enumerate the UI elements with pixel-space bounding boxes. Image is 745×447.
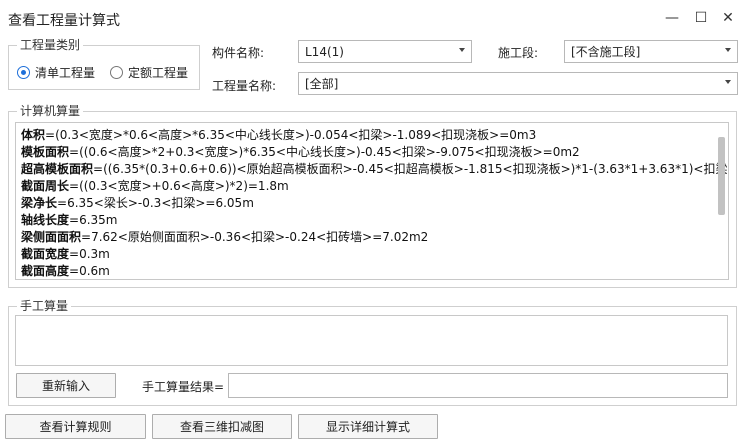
component-name-select[interactable]: L14(1) xyxy=(298,40,472,63)
view-calc-rules-button[interactable]: 查看计算规则 xyxy=(5,414,146,439)
formula-line: 轴线长度=6.35m xyxy=(21,213,118,227)
radio-quota-quantity[interactable]: 定额工程量 xyxy=(110,64,188,81)
manual-calc-legend: 手工算量 xyxy=(17,299,72,313)
component-name-value: L14(1) xyxy=(305,44,344,59)
formula-text-area[interactable]: 体积=(0.3<宽度>*0.6<高度>*6.35<中心线长度>)-0.054<扣… xyxy=(15,122,729,280)
quantity-type-legend: 工程量类别 xyxy=(17,38,84,52)
formula-line: 梁净长=6.35<梁长>-0.3<扣梁>=6.05m xyxy=(21,196,254,210)
formula-line: 截面高度=0.6m xyxy=(21,264,110,278)
show-detail-formula-button[interactable]: 显示详细计算式 xyxy=(298,414,438,439)
radio-bill-quantity-label: 清单工程量 xyxy=(35,66,96,80)
formula-line: 截面周长=((0.3<宽度>+0.6<高度>)*2)=1.8m xyxy=(21,179,289,193)
formula-line: 梁侧面面积=7.62<原始侧面面积>-0.36<扣梁>-0.24<扣砖墙>=7.… xyxy=(21,230,429,244)
stage-label: 施工段: xyxy=(498,46,539,60)
maximize-icon[interactable]: ☐ xyxy=(690,8,712,28)
formula-line: 模板面积=((0.6<高度>*2+0.3<宽度>)*6.35<中心线长度>)-0… xyxy=(21,145,580,159)
view-3d-deduction-button[interactable]: 查看三维扣减图 xyxy=(152,414,292,439)
stage-select[interactable]: [不含施工段] xyxy=(564,40,738,63)
quantity-name-label: 工程量名称: xyxy=(212,79,277,93)
formula-line: 截面宽度=0.3m xyxy=(21,247,110,261)
manual-formula-input[interactable] xyxy=(15,315,728,366)
manual-result-label: 手工算量结果= xyxy=(142,380,225,394)
close-icon[interactable]: ✕ xyxy=(717,8,739,28)
window-title: 查看工程量计算式 xyxy=(8,13,120,29)
computer-calc-legend: 计算机算量 xyxy=(17,104,84,118)
radio-unchecked-icon xyxy=(110,66,123,79)
chevron-down-icon xyxy=(725,80,731,84)
reenter-button[interactable]: 重新输入 xyxy=(16,373,116,398)
stage-value: [不含施工段] xyxy=(571,45,641,59)
minimize-icon[interactable]: — xyxy=(661,8,683,28)
manual-result-field[interactable] xyxy=(228,373,728,398)
quantity-name-value: [全部] xyxy=(305,77,339,91)
component-name-label: 构件名称: xyxy=(212,46,265,60)
radio-checked-icon xyxy=(17,66,30,79)
chevron-down-icon xyxy=(725,48,731,52)
quantity-name-select[interactable]: [全部] xyxy=(298,72,738,95)
radio-bill-quantity[interactable]: 清单工程量 xyxy=(17,64,95,81)
radio-quota-quantity-label: 定额工程量 xyxy=(128,66,189,80)
title-bar: 查看工程量计算式 — ☐ ✕ xyxy=(0,0,745,36)
formula-line: 体积=(0.3<宽度>*0.6<高度>*6.35<中心线长度>)-0.054<扣… xyxy=(21,128,537,142)
vertical-scrollbar[interactable] xyxy=(718,137,725,215)
chevron-down-icon xyxy=(459,48,465,52)
formula-line: 超高模板面积=((6.35*(0.3+0.6+0.6))<原始超高模板面积>-0… xyxy=(21,162,729,176)
